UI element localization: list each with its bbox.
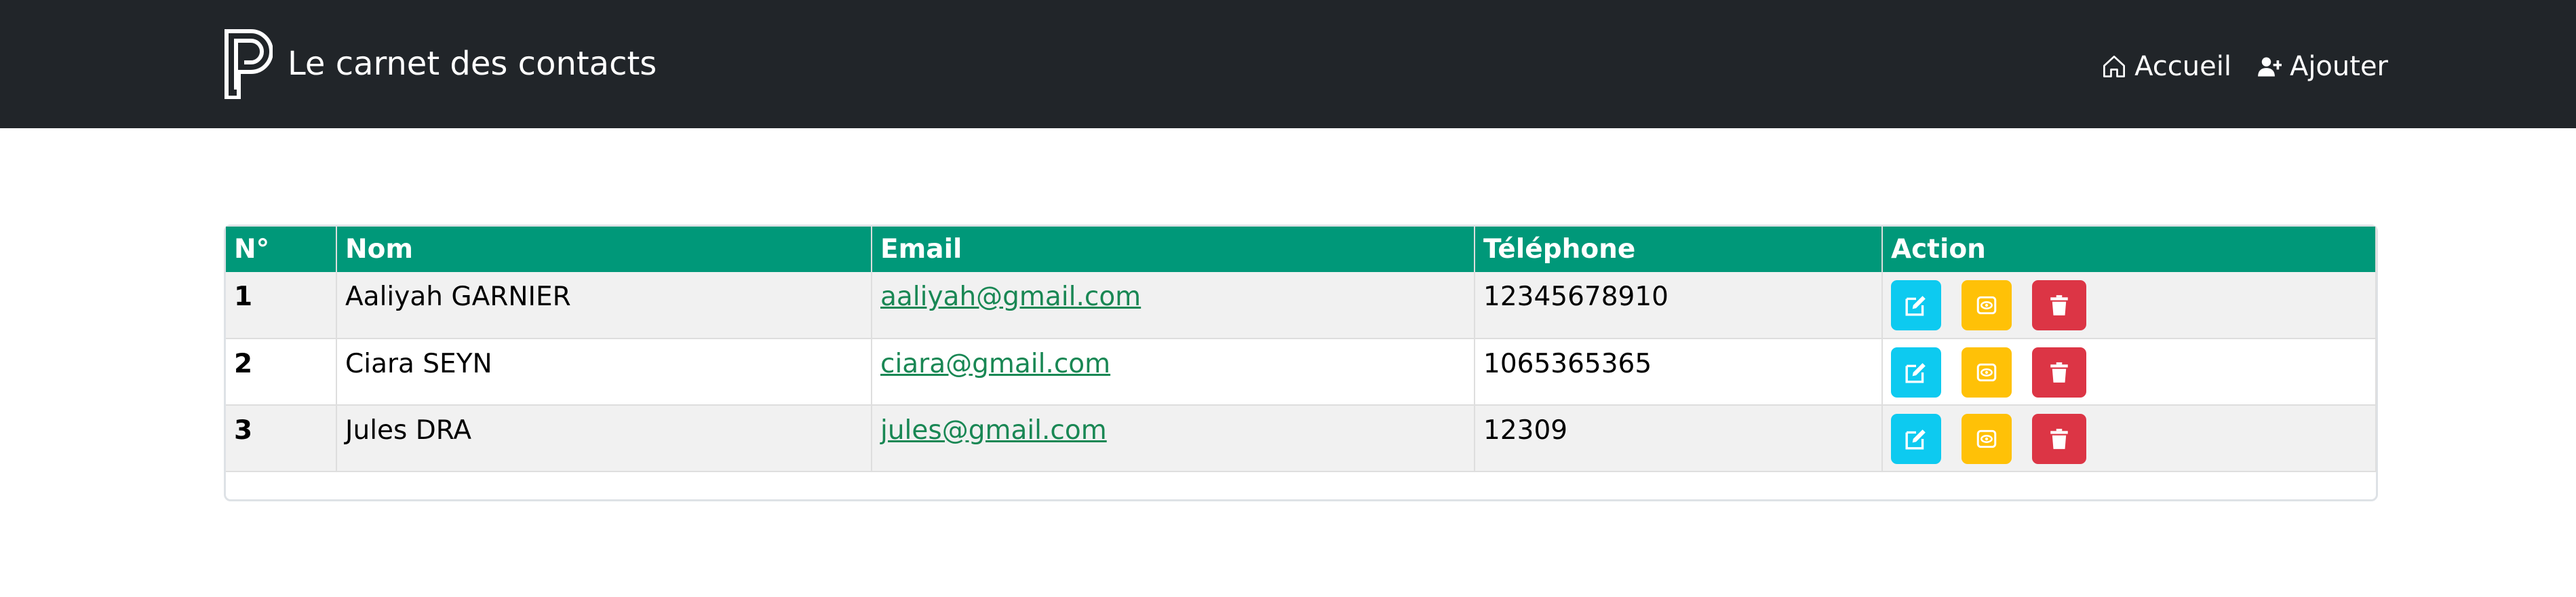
edit-button[interactable] bbox=[1891, 280, 1941, 330]
brand-title: Le carnet des contacts bbox=[288, 45, 657, 83]
view-button[interactable] bbox=[1962, 347, 2012, 398]
edit-button[interactable] bbox=[1891, 347, 1941, 398]
cell-action bbox=[1882, 405, 2377, 472]
nav-links: Accueil Ajouter bbox=[2076, 47, 2388, 85]
table-row: 2 Ciara SEYN ciara@gmail.com 1065365365 bbox=[226, 339, 2377, 406]
contacts-card: N° Nom Email Téléphone Action 1 Aaliyah … bbox=[224, 225, 2378, 501]
nav-link-label: Ajouter bbox=[2289, 51, 2388, 82]
cell-nom: Ciara SEYN bbox=[336, 339, 872, 406]
cell-telephone: 12345678910 bbox=[1475, 272, 1883, 339]
cell-telephone: 1065365365 bbox=[1475, 339, 1883, 406]
cell-nom: Jules DRA bbox=[336, 405, 872, 472]
trash-icon bbox=[2050, 295, 2068, 315]
contacts-table: N° Nom Email Téléphone Action 1 Aaliyah … bbox=[226, 227, 2377, 472]
email-link[interactable]: jules@gmail.com bbox=[880, 415, 1107, 446]
cell-email: ciara@gmail.com bbox=[872, 339, 1475, 406]
view-icon bbox=[1976, 429, 1997, 448]
trash-icon bbox=[2050, 429, 2068, 449]
delete-button[interactable] bbox=[2032, 414, 2086, 464]
column-header-email: Email bbox=[872, 227, 1475, 272]
nav-link-label: Accueil bbox=[2134, 51, 2231, 82]
column-header-telephone: Téléphone bbox=[1475, 227, 1883, 272]
navbar: Le carnet des contacts Accueil Ajouter bbox=[0, 0, 2576, 128]
cell-email: jules@gmail.com bbox=[872, 405, 1475, 472]
cell-action bbox=[1882, 339, 2377, 406]
brand-link[interactable]: Le carnet des contacts bbox=[224, 28, 657, 99]
cell-email: aaliyah@gmail.com bbox=[872, 272, 1475, 339]
column-header-nom: Nom bbox=[336, 227, 872, 272]
trash-icon bbox=[2050, 362, 2068, 383]
column-header-action: Action bbox=[1882, 227, 2377, 272]
table-header-row: N° Nom Email Téléphone Action bbox=[226, 227, 2377, 272]
cell-telephone: 12309 bbox=[1475, 405, 1883, 472]
cell-num: 2 bbox=[226, 339, 337, 406]
cell-nom: Aaliyah GARNIER bbox=[336, 272, 872, 339]
nav-link-accueil[interactable]: Accueil bbox=[2102, 51, 2231, 82]
view-icon bbox=[1976, 363, 1997, 382]
edit-icon bbox=[1905, 296, 1926, 316]
email-link[interactable]: aaliyah@gmail.com bbox=[880, 282, 1141, 312]
cell-action bbox=[1882, 272, 2377, 339]
cell-num: 3 bbox=[226, 405, 337, 472]
view-button[interactable] bbox=[1962, 414, 2012, 464]
edit-icon bbox=[1905, 429, 1926, 450]
cell-num: 1 bbox=[226, 272, 337, 339]
letter-p-logo bbox=[225, 29, 273, 99]
view-button[interactable] bbox=[1962, 280, 2012, 330]
email-link[interactable]: ciara@gmail.com bbox=[880, 349, 1110, 379]
action-buttons bbox=[1891, 347, 2367, 398]
action-buttons bbox=[1891, 414, 2367, 464]
table-row: 1 Aaliyah GARNIER aaliyah@gmail.com 1234… bbox=[226, 272, 2377, 339]
table-row: 3 Jules DRA jules@gmail.com 12309 bbox=[226, 405, 2377, 472]
house-icon bbox=[2103, 56, 2126, 77]
column-header-num: N° bbox=[226, 227, 337, 272]
view-icon bbox=[1976, 296, 1997, 315]
action-buttons bbox=[1891, 280, 2367, 330]
delete-button[interactable] bbox=[2032, 347, 2086, 398]
nav-link-ajouter[interactable]: Ajouter bbox=[2257, 51, 2388, 82]
delete-button[interactable] bbox=[2032, 280, 2086, 330]
person-plus-icon bbox=[2258, 57, 2282, 77]
edit-icon bbox=[1905, 363, 1926, 383]
edit-button[interactable] bbox=[1891, 414, 1941, 464]
